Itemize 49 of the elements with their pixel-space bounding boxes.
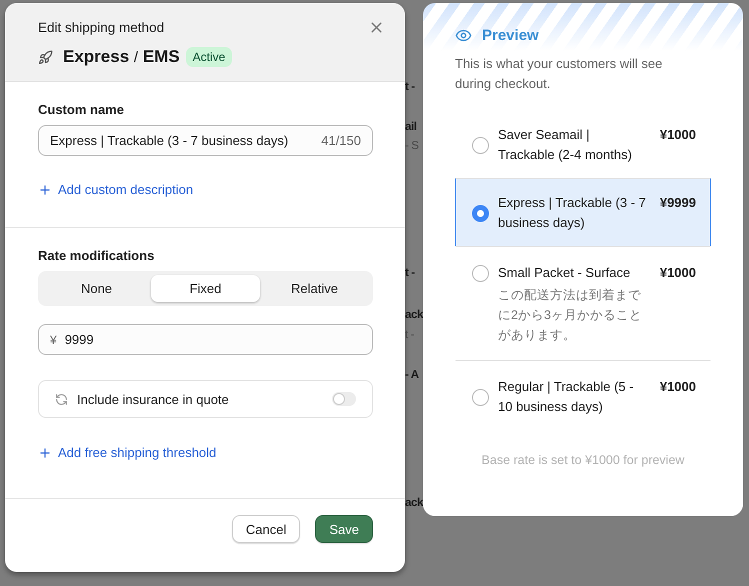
background-text: - A bbox=[405, 368, 420, 383]
preview-title: Preview bbox=[482, 27, 539, 44]
method-name: Express / EMS bbox=[63, 47, 180, 67]
shipping-option[interactable]: Small Packet - Surface この配送方法は到着までに2から3ヶ月かかることがあります。 ¥1000 bbox=[455, 246, 711, 362]
background-text: ail bbox=[405, 120, 418, 135]
name-field[interactable]: Express | Trackable (3 - 7 business days) 41/150 bbox=[38, 125, 373, 156]
field-label: Custom name bbox=[38, 102, 125, 117]
shipping-option[interactable]: Saver Seamail | Trackable (2-4 months) ¥1000 bbox=[455, 110, 711, 180]
insurance-toggle[interactable] bbox=[332, 392, 356, 406]
option-price: ¥1000 bbox=[660, 126, 696, 144]
shipping-option[interactable]: Express | Trackable (3 - 7 business days) ¥9999 bbox=[455, 178, 711, 248]
option-price: ¥1000 bbox=[660, 264, 696, 282]
add-description-link[interactable]: Add custom description bbox=[38, 182, 194, 197]
option-note: この配送方法は到着までに2から3ヶ月かかることがあります。 bbox=[498, 287, 643, 344]
refresh-icon bbox=[55, 392, 68, 406]
background-text: t - bbox=[405, 80, 416, 95]
add-threshold-link[interactable]: Add free shipping threshold bbox=[38, 445, 216, 460]
char-counter: 41/150 bbox=[321, 133, 361, 148]
save-button[interactable]: Save bbox=[315, 515, 373, 543]
insurance-label: Include insurance in quote bbox=[77, 392, 230, 406]
rate-option-tab[interactable]: Fixed bbox=[151, 275, 260, 302]
dialog-title: Edit shipping method bbox=[38, 20, 164, 35]
option-name: Express | Trackable (3 - 7 business days) bbox=[498, 194, 647, 232]
rate-option-tab[interactable]: Relative bbox=[260, 275, 369, 302]
background-text: ack bbox=[405, 496, 423, 511]
preview-footnote: Base rate is set to ¥1000 for preview bbox=[480, 453, 686, 467]
section-label: Rate modifications bbox=[38, 248, 156, 263]
plus-icon bbox=[38, 182, 52, 196]
option-name: Regular | Trackable (5 - 10 business days) bbox=[498, 378, 635, 416]
shipping-option[interactable]: Regular | Trackable (5 - 10 business days) ¥1000 bbox=[455, 360, 711, 434]
plus-icon bbox=[38, 446, 52, 460]
amount-field[interactable]: ¥ 9999 bbox=[38, 324, 373, 355]
radio-button[interactable] bbox=[472, 265, 489, 282]
background-text: ack bbox=[405, 308, 423, 323]
option-price: ¥1000 bbox=[660, 378, 696, 396]
option-name: Small Packet - Surface bbox=[498, 264, 632, 282]
rocket-icon bbox=[38, 50, 53, 64]
currency-symbol: ¥ bbox=[50, 332, 57, 346]
status-badge: Active bbox=[186, 47, 232, 67]
radio-button[interactable] bbox=[472, 388, 489, 406]
option-name: Saver Seamail | Trackable (2-4 months) bbox=[498, 126, 633, 164]
preview-description: This is what your customers will see during checkout. bbox=[455, 55, 664, 93]
radio-button[interactable] bbox=[472, 136, 489, 154]
background-text: t - bbox=[405, 266, 416, 281]
option-price: ¥9999 bbox=[660, 194, 696, 212]
cancel-button[interactable]: Cancel bbox=[232, 515, 300, 543]
radio-button[interactable] bbox=[472, 204, 489, 222]
eye-icon bbox=[455, 27, 472, 44]
rate-option-tab[interactable]: None bbox=[42, 275, 151, 302]
